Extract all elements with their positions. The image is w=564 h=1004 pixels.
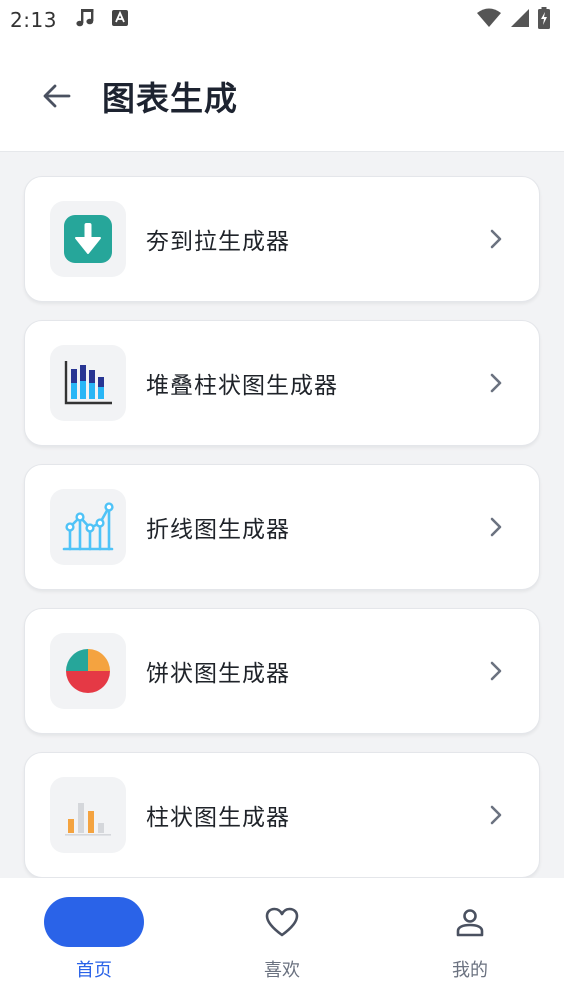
card-label: 折线图生成器 bbox=[146, 517, 290, 543]
stacked-bar-chart-icon bbox=[64, 361, 112, 405]
battery-charging-icon bbox=[538, 7, 550, 33]
nav-item-profile[interactable]: 我的 bbox=[376, 878, 564, 1004]
generator-card-stacked-bar[interactable]: 堆叠柱状图生成器 bbox=[24, 320, 540, 446]
back-button[interactable] bbox=[27, 66, 87, 126]
status-time: 2:13 bbox=[10, 8, 57, 32]
card-label: 柱状图生成器 bbox=[146, 805, 290, 831]
nav-item-favorites[interactable]: 喜欢 bbox=[188, 878, 376, 1004]
generator-list: 夯到拉生成器 堆叠柱状图生成器 折线图生成器 饼状图生成器 柱状图生成器 bbox=[0, 152, 564, 878]
music-note-icon bbox=[75, 7, 97, 33]
card-icon-box bbox=[50, 777, 126, 853]
status-bar: 2:13 bbox=[0, 0, 564, 40]
nav-label: 喜欢 bbox=[264, 960, 300, 981]
generator-card-pie[interactable]: 饼状图生成器 bbox=[24, 608, 540, 734]
home-icon bbox=[44, 897, 144, 947]
bottom-navigation: 首页 喜欢 我的 bbox=[0, 878, 564, 1004]
keyboard-a-icon bbox=[111, 9, 129, 31]
card-label: 饼状图生成器 bbox=[146, 661, 290, 687]
pie-chart-icon bbox=[66, 649, 110, 693]
nav-label: 首页 bbox=[76, 960, 112, 981]
page-title: 图表生成 bbox=[102, 78, 238, 118]
card-icon-box bbox=[50, 489, 126, 565]
arrow-left-icon bbox=[43, 84, 71, 107]
bar-chart-icon bbox=[65, 803, 111, 836]
wifi-icon bbox=[476, 8, 502, 32]
card-icon-box bbox=[50, 201, 126, 277]
nav-label: 我的 bbox=[452, 960, 488, 981]
card-label: 夯到拉生成器 bbox=[146, 229, 290, 255]
card-label: 堆叠柱状图生成器 bbox=[146, 373, 338, 399]
card-icon-box bbox=[50, 345, 126, 421]
chevron-right-icon bbox=[489, 517, 503, 537]
chevron-right-icon bbox=[489, 661, 503, 681]
chevron-right-icon bbox=[489, 805, 503, 825]
download-arrow-icon bbox=[64, 215, 112, 263]
generator-card-bar[interactable]: 柱状图生成器 bbox=[24, 752, 540, 878]
generator-card-tier[interactable]: 夯到拉生成器 bbox=[24, 176, 540, 302]
card-icon-box bbox=[50, 633, 126, 709]
nav-item-home[interactable]: 首页 bbox=[0, 878, 188, 1004]
chevron-right-icon bbox=[489, 229, 503, 249]
user-icon bbox=[456, 909, 484, 937]
line-chart-icon bbox=[62, 502, 114, 551]
app-bar: 图表生成 bbox=[0, 40, 564, 152]
heart-icon bbox=[265, 907, 299, 937]
chevron-right-icon bbox=[489, 373, 503, 393]
signal-icon bbox=[510, 8, 530, 32]
generator-card-line[interactable]: 折线图生成器 bbox=[24, 464, 540, 590]
